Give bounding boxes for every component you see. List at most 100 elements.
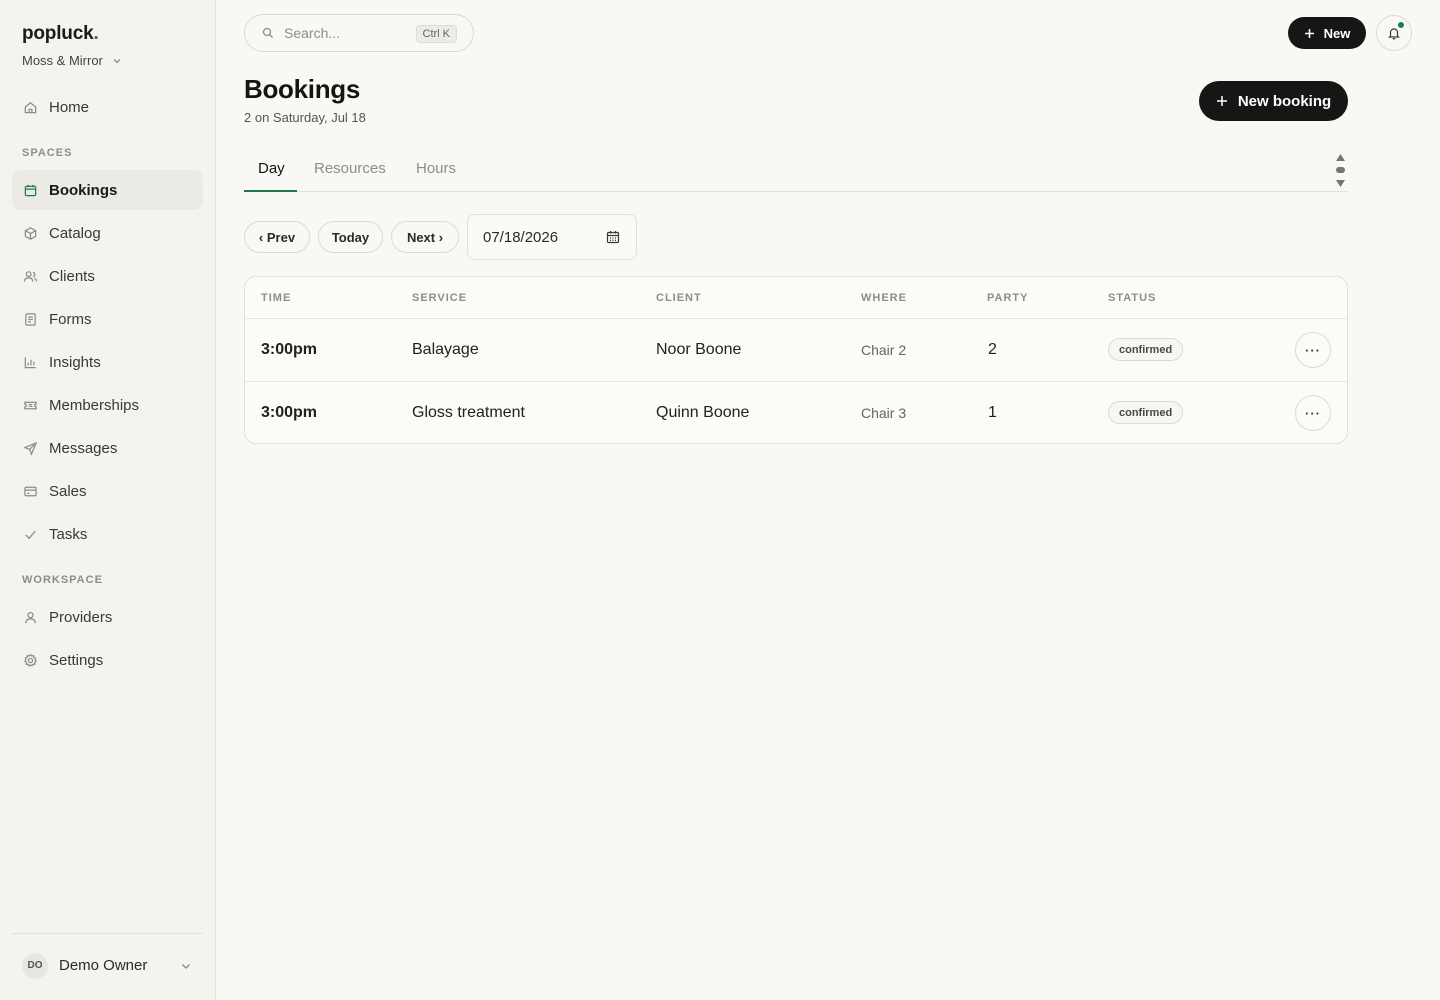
plus-icon xyxy=(1216,95,1228,107)
sidebar-item-label: Forms xyxy=(49,310,92,328)
workspace-name: Moss & Mirror xyxy=(22,53,103,68)
row-actions-button[interactable]: ··· xyxy=(1295,332,1331,368)
ticket-icon xyxy=(23,398,38,413)
page-subtitle: 2 on Saturday, Jul 18 xyxy=(244,110,366,125)
spaces-section-label: SPACES xyxy=(22,147,73,159)
brand-dot: . xyxy=(93,23,99,44)
sidebar-item-settings[interactable]: Settings xyxy=(12,640,203,680)
tab-scroll-control[interactable] xyxy=(1334,153,1347,189)
user-name: Demo Owner xyxy=(59,957,148,974)
sidebar-item-home[interactable]: Home xyxy=(12,87,203,127)
booking-where: Chair 3 xyxy=(861,405,907,421)
user-icon xyxy=(23,610,38,625)
sidebar-item-providers[interactable]: Providers xyxy=(12,597,203,637)
sidebar-item-insights[interactable]: Insights xyxy=(12,342,203,382)
booking-client[interactable]: Noor Boone xyxy=(656,341,741,359)
workspace-switcher[interactable]: Moss & Mirror xyxy=(22,53,122,68)
more-icon: ··· xyxy=(1305,342,1321,358)
search-input[interactable] xyxy=(284,25,404,41)
bookings-table: TIME SERVICE CLIENT WHERE PARTY STATUS 3… xyxy=(244,276,1348,444)
search-bar[interactable]: Ctrl K xyxy=(244,14,474,52)
date-input[interactable] xyxy=(483,228,593,246)
users-icon xyxy=(23,269,38,284)
sidebar-item-label: Sales xyxy=(49,482,87,500)
tabs-divider xyxy=(244,191,1348,192)
tab-hours[interactable]: Hours xyxy=(416,160,456,177)
sort-icon xyxy=(1334,153,1347,189)
user-menu[interactable]: DO Demo Owner xyxy=(22,952,192,979)
sidebar-item-label: Bookings xyxy=(49,181,118,199)
booking-service: Balayage xyxy=(412,341,479,358)
sidebar-item-sales[interactable]: Sales xyxy=(12,471,203,511)
calendar-icon xyxy=(23,183,38,198)
booking-time: 3:00pm xyxy=(261,341,318,358)
column-header-where: WHERE xyxy=(861,292,907,304)
column-header-status: STATUS xyxy=(1108,292,1157,304)
booking-service: Gloss treatment xyxy=(412,404,525,421)
sidebar-item-label: Catalog xyxy=(49,224,101,242)
booking-client[interactable]: Quinn Boone xyxy=(656,404,749,422)
sidebar-item-label: Messages xyxy=(49,439,118,457)
booking-party: 2 xyxy=(988,341,997,358)
sidebar-item-label: Memberships xyxy=(49,396,140,414)
next-day-button[interactable]: Next › xyxy=(391,221,459,253)
sidebar-item-label: Clients xyxy=(49,267,95,285)
booking-time: 3:00pm xyxy=(261,404,318,421)
status-badge: confirmed xyxy=(1108,401,1184,424)
sidebar-divider xyxy=(12,933,203,934)
gear-icon xyxy=(23,653,38,668)
prev-day-button[interactable]: ‹ Prev xyxy=(244,221,310,253)
tab-day[interactable]: Day xyxy=(258,160,285,177)
status-badge: confirmed xyxy=(1108,338,1184,361)
column-header-party: PARTY xyxy=(987,292,1029,304)
today-button[interactable]: Today xyxy=(318,221,383,253)
credit-card-icon xyxy=(23,484,38,499)
check-icon xyxy=(23,527,38,542)
sidebar-item-label: Home xyxy=(49,98,90,116)
date-picker[interactable] xyxy=(467,214,637,260)
table-row[interactable]: 3:00pm Gloss treatment Quinn Boone Chair… xyxy=(245,381,1347,443)
sidebar-item-memberships[interactable]: Memberships xyxy=(12,385,203,425)
tab-resources[interactable]: Resources xyxy=(314,160,386,177)
booking-where: Chair 2 xyxy=(861,342,907,358)
column-header-client: CLIENT xyxy=(656,292,702,304)
more-icon: ··· xyxy=(1305,405,1321,421)
plus-icon xyxy=(1304,28,1315,39)
new-button[interactable]: New xyxy=(1288,17,1366,49)
sidebar-item-tasks[interactable]: Tasks xyxy=(12,514,203,554)
sidebar-item-label: Providers xyxy=(49,608,113,626)
chevron-down-icon xyxy=(112,56,122,66)
brand-logo[interactable]: popluck. xyxy=(22,23,99,45)
table-row[interactable]: 3:00pm Balayage Noor Boone Chair 2 2 con… xyxy=(245,318,1347,381)
sidebar-item-label: Tasks xyxy=(49,525,88,543)
sidebar: popluck. Moss & Mirror Home SPACES Booki… xyxy=(0,0,216,1000)
box-icon xyxy=(23,226,38,241)
search-icon xyxy=(262,27,274,39)
sidebar-item-clients[interactable]: Clients xyxy=(12,256,203,296)
notification-dot xyxy=(1397,21,1405,29)
sidebar-item-messages[interactable]: Messages xyxy=(12,428,203,468)
notifications-button[interactable] xyxy=(1376,15,1412,51)
send-icon xyxy=(23,441,38,456)
avatar: DO xyxy=(22,952,48,979)
column-header-service: SERVICE xyxy=(412,292,468,304)
new-booking-label: New booking xyxy=(1237,92,1332,110)
calendar-icon[interactable] xyxy=(606,230,620,244)
new-button-label: New xyxy=(1323,25,1351,41)
search-shortcut-badge: Ctrl K xyxy=(415,25,457,43)
form-icon xyxy=(23,312,38,327)
sidebar-item-label: Insights xyxy=(49,353,101,371)
sidebar-item-bookings[interactable]: Bookings xyxy=(12,170,203,210)
sidebar-item-forms[interactable]: Forms xyxy=(12,299,203,339)
booking-party: 1 xyxy=(988,404,997,421)
workspace-section-label: WORKSPACE xyxy=(22,574,103,586)
chevron-down-icon xyxy=(180,960,192,972)
sidebar-item-catalog[interactable]: Catalog xyxy=(12,213,203,253)
sidebar-item-label: Settings xyxy=(49,651,104,669)
active-tab-indicator xyxy=(244,190,297,192)
new-booking-button[interactable]: New booking xyxy=(1199,81,1348,121)
row-actions-button[interactable]: ··· xyxy=(1295,395,1331,431)
home-icon xyxy=(23,100,38,115)
bar-chart-icon xyxy=(23,355,38,370)
column-header-time: TIME xyxy=(261,292,292,304)
